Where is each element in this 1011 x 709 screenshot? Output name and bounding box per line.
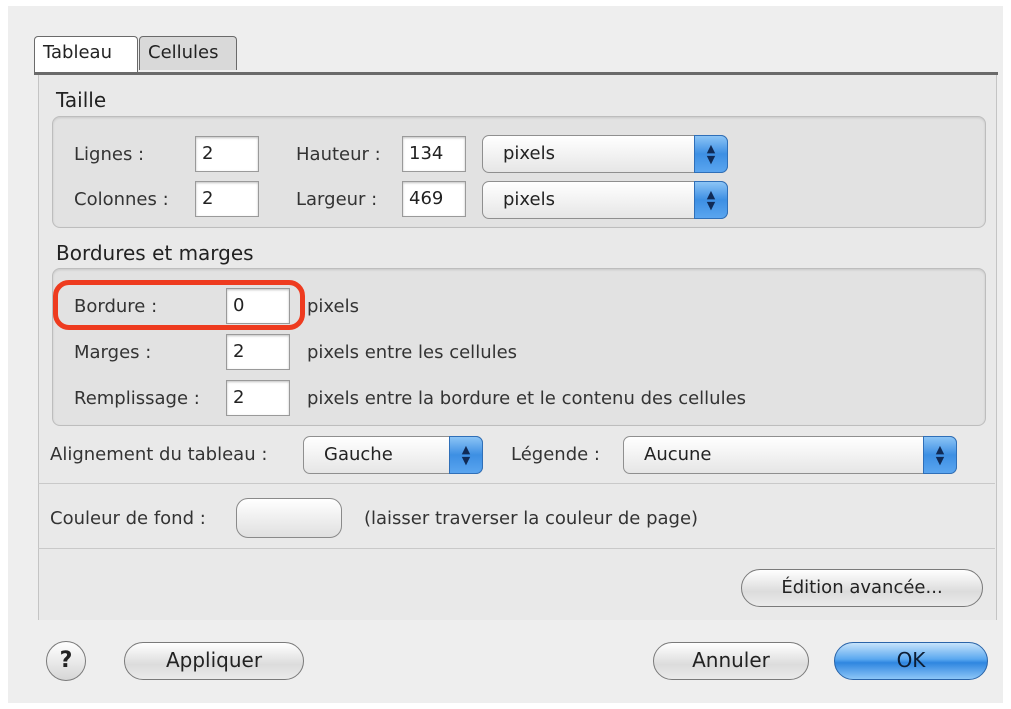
highlight-annotation [53, 280, 305, 330]
separator [38, 548, 995, 549]
height-unit-value: pixels [503, 143, 555, 164]
margin-suffix: pixels entre les cellules [307, 342, 518, 363]
tab-cellules[interactable]: Cellules [139, 36, 237, 70]
padding-suffix: pixels entre la bordure et le contenu de… [307, 388, 747, 409]
borders-heading: Bordures et marges [56, 241, 254, 265]
separator [38, 483, 995, 484]
background-note: (laisser traverser la couleur de page) [364, 508, 699, 529]
height-unit-select[interactable]: pixels ▲ ▼ [482, 135, 728, 173]
rows-input[interactable]: 2 [195, 136, 259, 172]
taille-heading: Taille [56, 88, 107, 112]
tab-divider [34, 72, 998, 75]
alignment-value: Gauche [324, 444, 393, 465]
rows-label: Lignes : [74, 144, 145, 165]
caption-value: Aucune [644, 444, 712, 465]
caption-select[interactable]: Aucune ▲ ▼ [623, 436, 957, 474]
ok-button[interactable]: OK [834, 642, 988, 680]
alignment-select[interactable]: Gauche ▲ ▼ [303, 436, 483, 474]
width-unit-value: pixels [503, 189, 555, 210]
background-color-well[interactable] [236, 498, 342, 538]
padding-input[interactable]: 2 [226, 380, 290, 416]
updown-arrows-icon: ▲ ▼ [449, 436, 483, 474]
updown-arrows-icon: ▲ ▼ [694, 181, 728, 219]
background-label: Couleur de fond : [50, 508, 206, 529]
height-input[interactable]: 134 [402, 136, 466, 172]
margin-input[interactable]: 2 [226, 334, 290, 370]
height-label: Hauteur : [296, 144, 381, 165]
updown-arrows-icon: ▲ ▼ [923, 436, 957, 474]
updown-arrows-icon: ▲ ▼ [694, 135, 728, 173]
margin-label: Marges : [74, 342, 152, 363]
caption-label: Légende : [511, 444, 600, 465]
tab-tableau[interactable]: Tableau [34, 36, 138, 72]
advanced-edit-button[interactable]: Édition avancée... [741, 569, 983, 607]
cols-label: Colonnes : [74, 189, 169, 210]
width-unit-select[interactable]: pixels ▲ ▼ [482, 181, 728, 219]
border-suffix: pixels [307, 296, 359, 317]
help-button[interactable]: ? [46, 641, 86, 681]
cancel-button[interactable]: Annuler [653, 642, 809, 680]
width-input[interactable]: 469 [402, 181, 466, 217]
cols-input[interactable]: 2 [195, 181, 259, 217]
padding-label: Remplissage : [74, 388, 200, 409]
apply-button[interactable]: Appliquer [124, 642, 304, 680]
width-label: Largeur : [296, 189, 378, 210]
alignment-label: Alignement du tableau : [50, 444, 268, 465]
